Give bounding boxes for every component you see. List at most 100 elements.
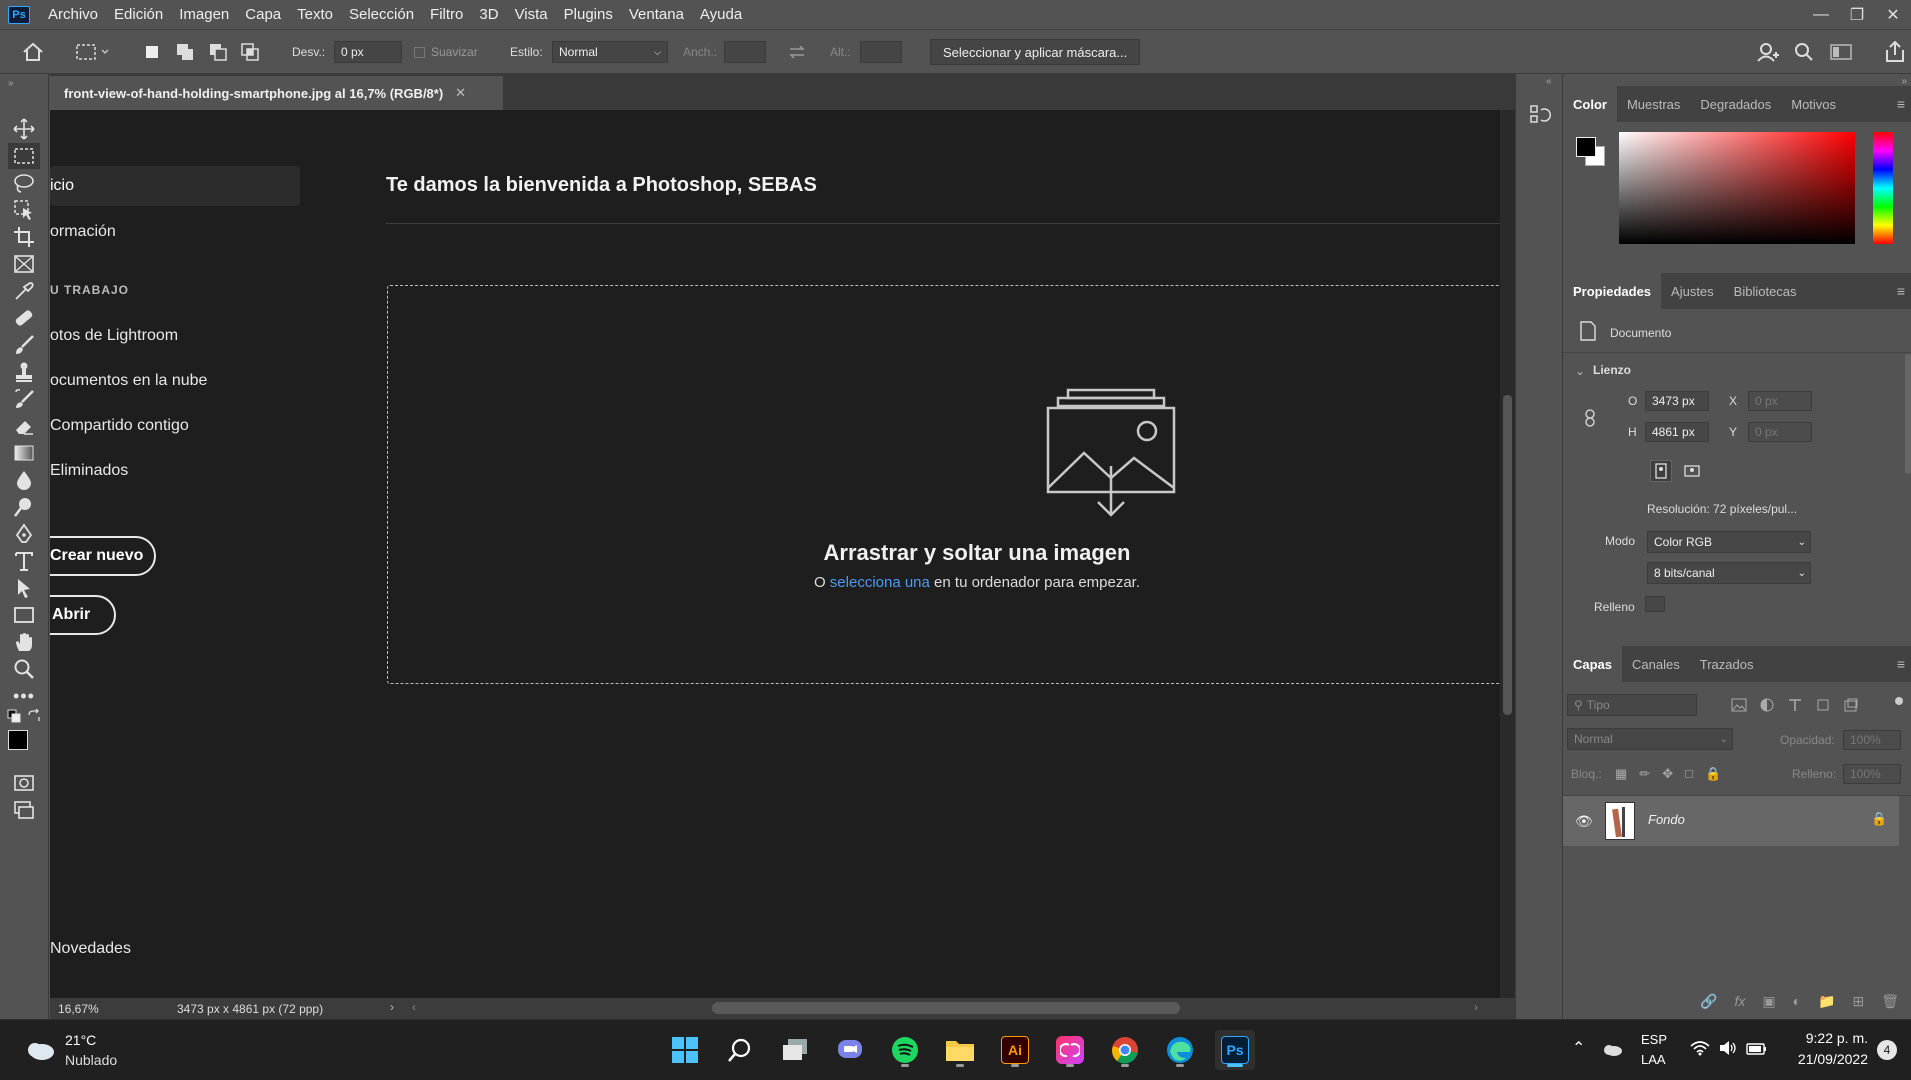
file-explorer-icon[interactable] — [940, 1030, 980, 1070]
tab-patterns[interactable]: Motivos — [1781, 86, 1846, 122]
teams-chat-icon[interactable] — [830, 1030, 870, 1070]
menu-seleccion[interactable]: Selección — [341, 6, 422, 23]
restore-icon[interactable]: ❐ — [1839, 0, 1875, 29]
layer-lock-icon[interactable]: 🔒 — [1871, 811, 1887, 827]
nav-item-lightroom[interactable]: otos de Lightroom — [50, 327, 178, 345]
onedrive-icon[interactable] — [1601, 1042, 1623, 1061]
x-input[interactable]: 0 px — [1748, 391, 1812, 411]
desv-input[interactable]: 0 px — [334, 41, 402, 63]
layer-filter-input[interactable]: ⚲ Tipo — [1567, 694, 1697, 716]
taskbar-search-icon[interactable] — [720, 1030, 760, 1070]
more-tools-icon[interactable]: ••• — [8, 683, 40, 709]
photoshop-taskbar-icon[interactable]: Ps — [1215, 1030, 1255, 1070]
history-brush-tool-icon[interactable] — [8, 386, 40, 412]
lock-artboard-icon[interactable]: □ — [1685, 766, 1693, 782]
scroll-right-icon[interactable]: › — [1474, 1000, 1478, 1014]
tab-swatches[interactable]: Muestras — [1617, 86, 1690, 122]
task-view-icon[interactable] — [775, 1030, 815, 1070]
eye-icon[interactable]: 👁 — [1575, 813, 1593, 830]
y-input[interactable]: 0 px — [1748, 422, 1812, 442]
width-input[interactable]: 3473 px — [1645, 391, 1709, 411]
search-icon[interactable] — [1794, 30, 1814, 74]
menu-plugins[interactable]: Plugins — [556, 6, 621, 23]
notification-badge[interactable]: 4 — [1877, 1040, 1897, 1060]
menu-texto[interactable]: Texto — [289, 6, 341, 23]
keyboard-layout[interactable]: LAA — [1641, 1052, 1666, 1067]
menu-ventana[interactable]: Ventana — [621, 6, 692, 23]
filter-shape-icon[interactable] — [1815, 698, 1831, 712]
panel-menu-icon[interactable]: ≡ — [1897, 96, 1905, 112]
tab-libraries[interactable]: Bibliotecas — [1724, 273, 1807, 309]
clone-stamp-tool-icon[interactable] — [8, 359, 40, 385]
lock-all-icon[interactable]: 🔒 — [1705, 766, 1721, 782]
history-panel-icon[interactable] — [1529, 104, 1551, 131]
nav-item-shared[interactable]: Compartido contigo — [50, 417, 189, 435]
fx-icon[interactable]: fx — [1734, 993, 1745, 1009]
nav-item-deleted[interactable]: Eliminados — [50, 462, 128, 480]
move-tool-icon[interactable] — [8, 116, 40, 142]
subtract-selection-icon[interactable] — [208, 30, 228, 74]
color-picker-field[interactable] — [1619, 132, 1855, 244]
zoom-level[interactable]: 16,67% — [58, 1002, 99, 1016]
clock-date[interactable]: 21/09/2022 — [1790, 1051, 1868, 1067]
dodge-tool-icon[interactable] — [8, 494, 40, 520]
crop-tool-icon[interactable] — [8, 224, 40, 250]
drop-zone[interactable]: Arrastrar y soltar una imagen O seleccio… — [387, 285, 1500, 684]
chevron-right-icon[interactable]: › — [390, 1000, 394, 1014]
lasso-tool-icon[interactable] — [8, 170, 40, 196]
adjustment-layer-icon[interactable]: ◐ — [1793, 993, 1801, 1009]
tab-paths[interactable]: Trazados — [1690, 646, 1764, 682]
menu-3d[interactable]: 3D — [471, 6, 506, 23]
estilo-select[interactable]: Normal ⌵ — [552, 41, 668, 63]
frame-tool-icon[interactable] — [8, 251, 40, 277]
hand-tool-icon[interactable] — [8, 629, 40, 655]
marquee-tool-icon[interactable] — [8, 143, 40, 169]
path-selection-tool-icon[interactable] — [8, 575, 40, 601]
panel-menu-icon[interactable]: ≡ — [1897, 656, 1905, 672]
new-layer-icon[interactable]: ⊞ — [1852, 993, 1864, 1010]
add-selection-icon[interactable] — [175, 30, 195, 74]
tab-color[interactable]: Color — [1563, 86, 1617, 122]
portrait-orientation-icon[interactable] — [1650, 460, 1672, 482]
link-layers-icon[interactable]: 🔗 — [1700, 993, 1717, 1010]
horizontal-scrollbar-thumb[interactable] — [712, 1002, 1180, 1014]
close-icon[interactable]: ✕ — [1875, 0, 1911, 29]
collapse-icon[interactable]: » — [8, 78, 14, 89]
lock-position-icon[interactable]: ✥ — [1662, 766, 1673, 782]
marquee-tool-preset-icon[interactable] — [76, 30, 110, 74]
layer-fill-input[interactable]: 100% — [1843, 764, 1901, 784]
weather-icon[interactable] — [24, 1038, 56, 1067]
minimize-icon[interactable]: — — [1803, 0, 1839, 29]
tab-channels[interactable]: Canales — [1622, 646, 1690, 682]
user-cloud-icon[interactable] — [1756, 30, 1780, 74]
chrome-icon[interactable] — [1105, 1030, 1145, 1070]
suavizar-checkbox[interactable]: Suavizar — [414, 30, 478, 74]
swap-dimensions-icon[interactable] — [788, 30, 806, 74]
menu-ayuda[interactable]: Ayuda — [692, 6, 750, 23]
blur-tool-icon[interactable] — [8, 467, 40, 493]
tab-layers[interactable]: Capas — [1563, 646, 1623, 682]
vertical-scrollbar-thumb[interactable] — [1503, 395, 1512, 715]
edge-icon[interactable] — [1160, 1030, 1200, 1070]
filter-smart-object-icon[interactable] — [1843, 698, 1859, 712]
filter-toggle[interactable] — [1895, 697, 1903, 705]
mode-select[interactable]: Color RGB ⌄ — [1647, 531, 1811, 553]
gradient-tool-icon[interactable] — [8, 440, 40, 466]
pen-tool-icon[interactable] — [8, 521, 40, 547]
scroll-left-icon[interactable]: ‹ — [412, 1000, 416, 1014]
screen-mode-icon[interactable] — [8, 797, 40, 823]
bits-select[interactable]: 8 bits/canal ⌄ — [1647, 562, 1811, 584]
type-tool-icon[interactable] — [8, 548, 40, 574]
menu-imagen[interactable]: Imagen — [171, 6, 237, 23]
creative-cloud-icon[interactable] — [1050, 1030, 1090, 1070]
fill-color-swatch[interactable] — [1645, 596, 1665, 612]
lock-transparent-icon[interactable]: ▦ — [1615, 766, 1627, 782]
volume-icon[interactable] — [1718, 1040, 1738, 1061]
illustrator-icon[interactable]: Ai — [995, 1030, 1035, 1070]
lock-pixels-icon[interactable]: ✏ — [1639, 766, 1650, 782]
menu-capa[interactable]: Capa — [237, 6, 289, 23]
tab-gradients[interactable]: Degradados — [1690, 86, 1781, 122]
layer-row-fondo[interactable]: 👁 Fondo 🔒 — [1563, 796, 1899, 846]
nav-item-cloud-docs[interactable]: ocumentos en la nube — [50, 372, 207, 390]
add-mask-icon[interactable]: ▣ — [1762, 993, 1775, 1010]
